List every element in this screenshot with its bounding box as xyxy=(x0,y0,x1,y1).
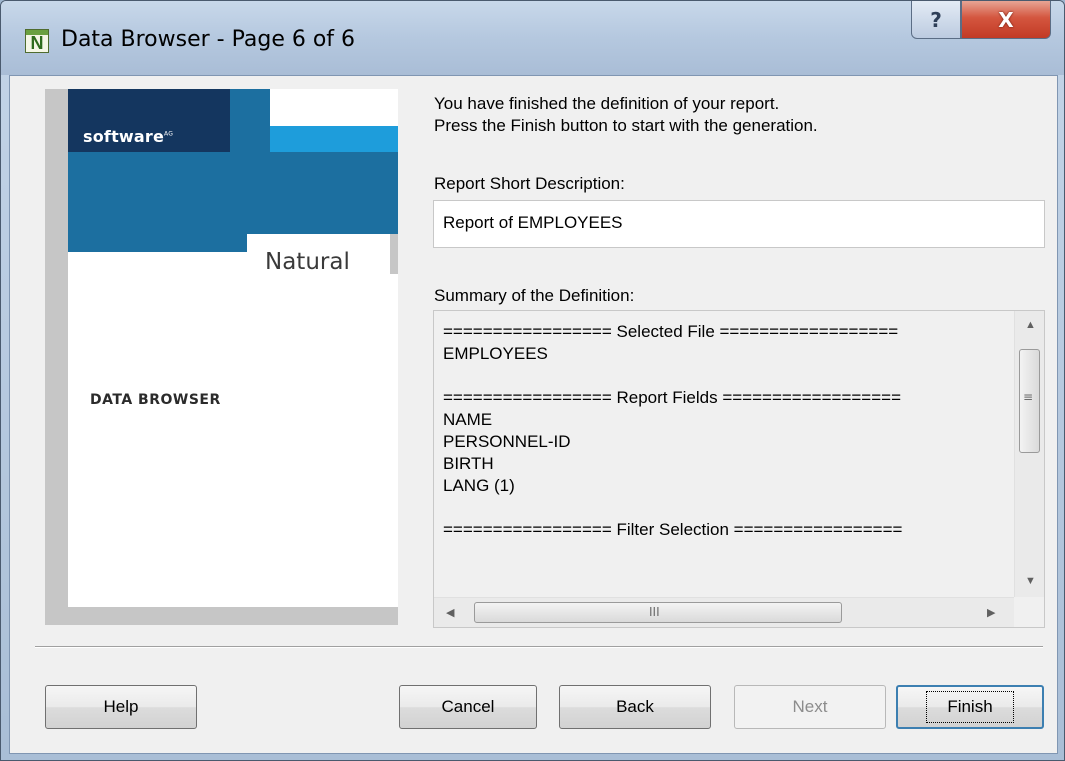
finish-button-label: Finish xyxy=(926,691,1014,723)
scroll-corner xyxy=(1014,597,1044,627)
grip-icon: III xyxy=(649,605,660,619)
summary-line xyxy=(443,365,1008,387)
scroll-left-icon[interactable]: ◀ xyxy=(446,606,454,619)
title-bar[interactable]: N Data Browser - Page 6 of 6 ? X xyxy=(1,1,1064,75)
summary-line: LANG (1) xyxy=(443,476,515,495)
banner-panel: softwareAG Natural DATA BROWSER xyxy=(45,89,398,625)
summary-label: Summary of the Definition: xyxy=(434,286,635,305)
data-browser-window: N Data Browser - Page 6 of 6 ? X softwar… xyxy=(0,0,1065,761)
scroll-right-icon[interactable]: ▶ xyxy=(987,606,995,619)
summary-line: ================= Report Fields ========… xyxy=(443,388,902,407)
summary-line: PERSONNEL-ID xyxy=(443,432,571,451)
grip-icon: ≡ xyxy=(1023,390,1034,404)
software-ag-logo: softwareAG xyxy=(83,127,174,146)
close-icon[interactable]: X xyxy=(961,1,1051,39)
summary-line: NAME xyxy=(443,410,493,429)
back-button[interactable]: Back xyxy=(559,685,711,729)
finish-button[interactable]: Finish xyxy=(896,685,1044,729)
help-icon[interactable]: ? xyxy=(911,1,961,39)
next-button[interactable]: Next xyxy=(734,685,886,729)
dialog-client: softwareAG Natural DATA BROWSER You have… xyxy=(9,75,1058,754)
help-button[interactable]: Help xyxy=(45,685,197,729)
summary-line: ================= Filter Selection =====… xyxy=(443,520,903,539)
intro-line-2: Press the Finish button to start with th… xyxy=(434,116,818,135)
cancel-button[interactable]: Cancel xyxy=(399,685,537,729)
intro-line-1: You have finished the definition of your… xyxy=(434,94,780,113)
summary-line: BIRTH xyxy=(443,454,494,473)
vertical-scrollbar[interactable]: ▲ ≡ ▼ xyxy=(1014,311,1044,597)
summary-line xyxy=(443,497,1008,519)
summary-line: EMPLOYEES xyxy=(443,344,548,363)
separator-line xyxy=(35,646,1043,648)
product-name: Natural xyxy=(265,249,350,275)
scroll-down-icon[interactable]: ▼ xyxy=(1025,575,1036,587)
section-name: DATA BROWSER xyxy=(90,392,221,408)
horizontal-scroll-thumb[interactable]: III xyxy=(474,602,842,623)
summary-textarea[interactable]: ================= Selected File ========… xyxy=(433,310,1045,628)
vertical-scroll-thumb[interactable]: ≡ xyxy=(1019,349,1040,453)
natural-app-icon: N xyxy=(25,29,49,53)
short-description-field[interactable]: Report of EMPLOYEES xyxy=(433,200,1045,248)
summary-text: ================= Selected File ========… xyxy=(443,321,1008,541)
window-title: Data Browser - Page 6 of 6 xyxy=(61,27,356,52)
summary-line: ================= Selected File ========… xyxy=(443,322,899,341)
short-description-label: Report Short Description: xyxy=(434,174,625,193)
horizontal-scrollbar[interactable]: ◀ III ▶ xyxy=(434,597,1014,627)
scroll-up-icon[interactable]: ▲ xyxy=(1025,319,1036,331)
